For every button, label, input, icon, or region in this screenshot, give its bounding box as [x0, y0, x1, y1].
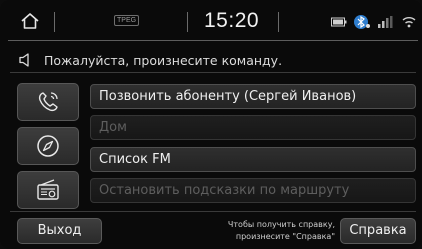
status-bar: TPEG 15:20 [6, 6, 416, 36]
status-divider [54, 12, 55, 32]
speaker-icon [19, 53, 29, 67]
tpeg-indicator: TPEG [114, 15, 140, 26]
bottom-separator [10, 211, 416, 212]
help-hint-line2: произнесите "Справка" [235, 232, 335, 241]
status-separator [8, 40, 418, 41]
command-fm-list[interactable]: Список FM [90, 147, 416, 172]
radio-button[interactable] [17, 171, 79, 209]
exit-button[interactable]: Выход [17, 218, 102, 244]
battery-icon [331, 17, 347, 27]
help-hint-line1: Чтобы получить справку, [227, 220, 335, 229]
help-hint: Чтобы получить справку, произнесите "Спр… [195, 219, 335, 243]
navigation-compass-icon [37, 135, 59, 157]
signal-icon [378, 16, 393, 28]
command-home[interactable]: Дом [90, 115, 416, 140]
phone-icon [38, 92, 58, 112]
voice-command-screen: TPEG 15:20 Пожалуйста, произнесите коман… [0, 0, 422, 249]
voice-prompt: Пожалуйста, произнесите команду. [18, 50, 282, 70]
command-call-contact[interactable]: Позвонить абоненту (Сергей Иванов) [90, 84, 416, 109]
status-divider [187, 12, 188, 32]
home-icon [21, 13, 39, 29]
help-button[interactable]: Справка [340, 218, 416, 244]
status-icons [331, 13, 417, 31]
home-button[interactable] [18, 10, 42, 32]
phone-button[interactable] [17, 83, 79, 121]
navigation-button[interactable] [17, 127, 79, 165]
prompt-separator [10, 72, 416, 73]
status-divider [278, 12, 279, 32]
clock: 15:20 [204, 9, 260, 32]
command-stop-route-guidance[interactable]: Остановить подсказки по маршруту [90, 178, 416, 203]
prompt-text: Пожалуйста, произнесите команду. [44, 52, 283, 68]
radio-icon [37, 179, 59, 200]
bluetooth-icon [354, 15, 370, 29]
wifi-icon [402, 17, 416, 28]
